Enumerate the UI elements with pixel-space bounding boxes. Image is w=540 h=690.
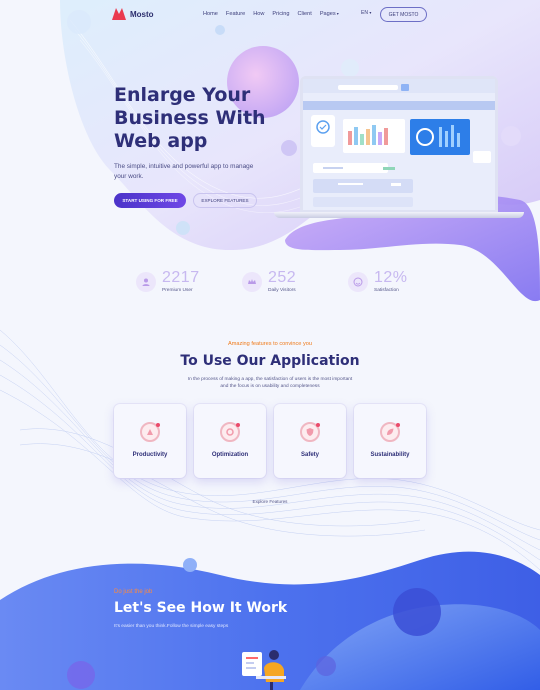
hero-title-line-1: Enlarge Your bbox=[114, 84, 251, 106]
stat-value: 12% bbox=[374, 269, 408, 286]
chevron-down-icon: ▾ bbox=[336, 11, 339, 16]
crown-icon bbox=[242, 271, 262, 292]
dashboard-illustration bbox=[303, 79, 495, 210]
language-label: EN bbox=[361, 10, 368, 16]
hero-title-line-2: Business With bbox=[114, 107, 266, 129]
stat-value: 252 bbox=[268, 269, 297, 286]
productivity-icon bbox=[140, 422, 160, 442]
how-subtitle: It's easier than you think.Follow the si… bbox=[114, 624, 229, 629]
main-nav: Home Feature How Pricing Client Pages▾ bbox=[203, 11, 339, 17]
logo-mark-icon bbox=[112, 8, 126, 20]
stat-premium-users: 2217 Premium User bbox=[136, 270, 200, 293]
feature-card-label: Optimization bbox=[211, 452, 249, 458]
feature-card-label: Productivity bbox=[132, 452, 168, 458]
feature-card-label: Sustainability bbox=[370, 452, 410, 458]
nav-pages-label: Pages bbox=[319, 11, 336, 17]
features-eyebrow: Amazing features to convince you bbox=[228, 341, 312, 347]
leaf-icon bbox=[380, 422, 400, 442]
stat-satisfaction: 12% Satisfaction bbox=[348, 270, 408, 293]
features-title: To Use Our Application bbox=[180, 353, 360, 369]
nav-pricing[interactable]: Pricing bbox=[272, 11, 289, 17]
shield-icon bbox=[300, 422, 320, 442]
explore-features-link[interactable]: Explore Features bbox=[0, 499, 540, 504]
hero-subtitle: The simple, intuitive and powerful app t… bbox=[114, 163, 254, 180]
feature-card-optimization[interactable]: Optimization bbox=[194, 404, 266, 478]
features-description: In the process of making a app, the sati… bbox=[187, 377, 353, 389]
language-selector[interactable]: EN ▾ bbox=[361, 10, 371, 16]
nav-how[interactable]: How bbox=[253, 11, 264, 17]
how-title: Let's See How It Work bbox=[114, 600, 288, 616]
stat-daily-visitors: 252 Daily Visitors bbox=[242, 270, 296, 293]
hero-title: Enlarge Your Business With Web app bbox=[114, 84, 284, 153]
nav-feature[interactable]: Feature bbox=[226, 11, 245, 17]
start-free-button[interactable]: START USING FOR FREE bbox=[114, 193, 186, 208]
hero-title-line-3: Web app bbox=[114, 130, 208, 152]
landing-page: Mosto Home Feature How Pricing Client Pa… bbox=[0, 0, 540, 690]
stat-label: Satisfaction bbox=[374, 288, 399, 293]
person-at-desk-illustration bbox=[242, 650, 286, 690]
brand-logo[interactable]: Mosto bbox=[112, 8, 154, 20]
stat-label: Daily Visitors bbox=[268, 288, 296, 293]
laptop-base bbox=[274, 212, 524, 218]
stat-label: Premium User bbox=[162, 288, 193, 293]
feature-card-productivity[interactable]: Productivity bbox=[114, 404, 186, 478]
feature-card-sustainability[interactable]: Sustainability bbox=[354, 404, 426, 478]
explore-features-button[interactable]: EXPLORE FEATURES bbox=[193, 193, 257, 208]
nav-client[interactable]: Client bbox=[298, 11, 312, 17]
users-icon bbox=[136, 271, 156, 292]
chevron-down-icon: ▾ bbox=[369, 10, 372, 15]
feature-card-label: Safety bbox=[300, 452, 319, 458]
stat-value: 2217 bbox=[162, 269, 200, 286]
feature-card-safety[interactable]: Safety bbox=[274, 404, 346, 478]
logo-text: Mosto bbox=[130, 9, 154, 19]
get-mosto-button[interactable]: GET MOSTO bbox=[380, 7, 427, 22]
smile-icon bbox=[348, 271, 368, 292]
nav-home[interactable]: Home bbox=[203, 11, 218, 17]
optimization-icon bbox=[220, 422, 240, 442]
nav-pages-dropdown[interactable]: Pages▾ bbox=[320, 11, 339, 17]
how-eyebrow: Do just the job bbox=[114, 589, 153, 595]
laptop-mockup bbox=[300, 76, 498, 213]
